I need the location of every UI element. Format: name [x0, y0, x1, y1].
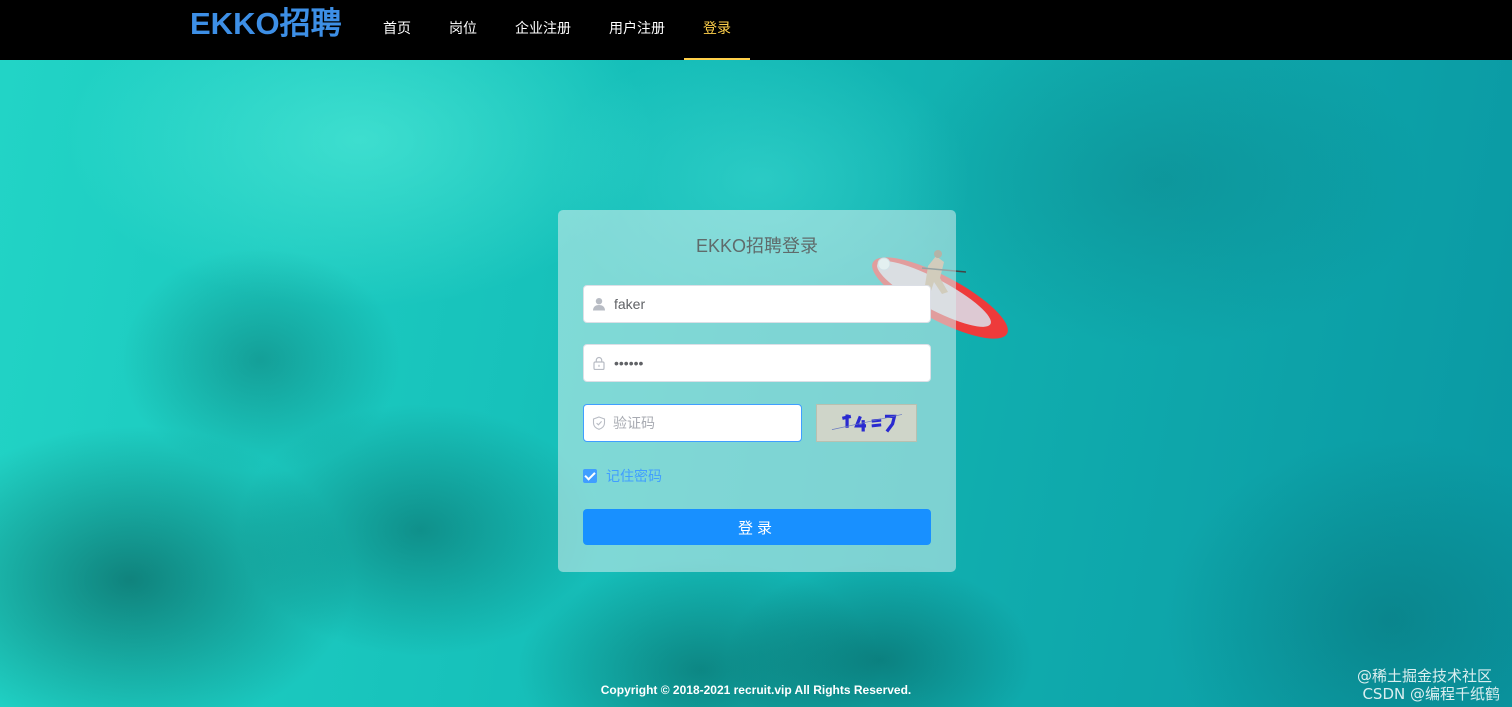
- captcha-field[interactable]: [583, 404, 802, 442]
- password-input[interactable]: [614, 345, 924, 381]
- footer: Copyright © 2018-2021 recruit.vip All Ri…: [0, 683, 1512, 697]
- lock-icon: [593, 356, 605, 370]
- remember-password-checkbox[interactable]: 记住密码: [583, 466, 662, 486]
- nav-jobs[interactable]: 岗位: [430, 0, 496, 60]
- login-title: EKKO招聘登录: [695, 236, 819, 256]
- shield-check-icon: [592, 416, 606, 430]
- nav-user-register[interactable]: 用户注册: [590, 0, 684, 60]
- nav-home[interactable]: 首页: [364, 0, 430, 60]
- nav-login[interactable]: 登录: [684, 0, 750, 60]
- site-logo[interactable]: EKKO招聘: [190, 6, 342, 42]
- username-input[interactable]: [614, 286, 924, 322]
- user-icon: [593, 298, 605, 311]
- captcha-image[interactable]: [816, 404, 917, 442]
- login-card: EKKO招聘登录 记住密码: [558, 210, 956, 572]
- copyright-text: Copyright © 2018-2021 recruit.vip All Ri…: [600, 683, 912, 697]
- password-field[interactable]: [583, 344, 931, 382]
- username-field[interactable]: [583, 285, 931, 323]
- remember-password-label: 记住密码: [606, 468, 662, 484]
- nav-company-register[interactable]: 企业注册: [496, 0, 590, 60]
- captcha-input[interactable]: [613, 405, 793, 441]
- captcha-glyphs: [831, 414, 903, 433]
- checkbox-checked-icon[interactable]: [583, 469, 597, 483]
- top-navbar: EKKO招聘 首页 岗位 企业注册 用户注册 登录: [0, 0, 1512, 60]
- login-button[interactable]: 登录: [583, 509, 931, 545]
- main-nav: 首页 岗位 企业注册 用户注册 登录: [364, 0, 750, 60]
- watermark-csdn: CSDN @编程千纸鹤: [1362, 685, 1500, 703]
